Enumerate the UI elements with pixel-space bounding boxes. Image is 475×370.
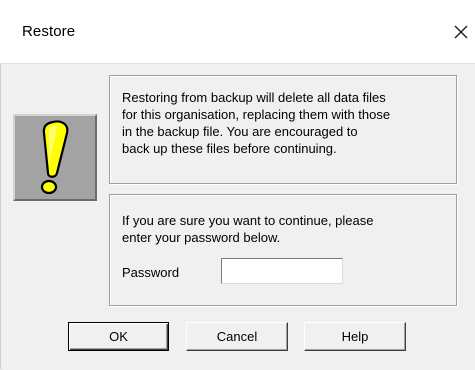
password-label: Password [122, 265, 180, 280]
window-border [0, 63, 1, 369]
window-title: Restore [22, 23, 76, 40]
exclamation-icon [40, 120, 69, 195]
ok-button[interactable]: OK [68, 322, 169, 351]
close-icon [454, 25, 468, 39]
help-button[interactable]: Help [304, 322, 406, 351]
password-group: If you are sure you want to continue, pl… [109, 194, 457, 306]
password-input[interactable] [221, 258, 343, 284]
warning-message: Restoring from backup will delete all da… [122, 90, 391, 156]
confirm-message: If you are sure you want to continue, pl… [122, 213, 374, 245]
warning-icon-panel [13, 114, 97, 201]
title-bar: Restore [0, 0, 475, 63]
cancel-button[interactable]: Cancel [186, 322, 288, 351]
warning-message-group: Restoring from backup will delete all da… [109, 75, 457, 184]
close-button[interactable] [447, 14, 475, 50]
